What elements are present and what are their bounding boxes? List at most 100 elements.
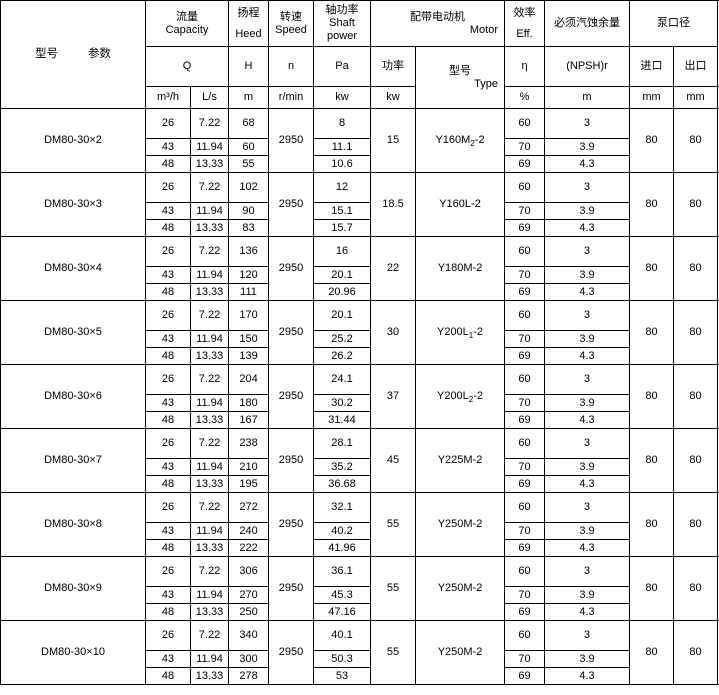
cell-capacity-ls: 7.22: [189, 556, 230, 587]
cell-shaft-power: 47.16: [313, 603, 372, 621]
cell-model: DM80-30×4: [0, 236, 146, 301]
cell-speed: 2950: [268, 620, 315, 685]
cell-efficiency: 70: [504, 138, 546, 156]
header-motor-type: 型号 Type: [415, 46, 506, 109]
cell-shaft-power: 15.7: [313, 219, 372, 237]
cell-motor-power: 55: [370, 556, 417, 621]
cell-model: DM80-30×3: [0, 172, 146, 237]
cell-shaft-power: 53: [313, 667, 372, 685]
cell-capacity-m3h: 26: [145, 236, 191, 267]
cell-head: 102: [228, 172, 270, 203]
cell-shaft-power: 26.2: [313, 347, 372, 365]
cell-motor-power: 22: [370, 236, 417, 301]
cell-speed: 2950: [268, 364, 315, 429]
cell-npsh: 3.9: [544, 458, 631, 476]
cell-capacity-ls: 13.33: [189, 219, 230, 237]
cell-npsh: 3: [544, 620, 631, 651]
cell-npsh: 3: [544, 492, 631, 523]
cell-inlet: 80: [629, 556, 675, 621]
cell-shaft-power: 20.96: [313, 283, 372, 301]
cell-shaft-power: 15.1: [313, 202, 372, 220]
cell-efficiency: 70: [504, 458, 546, 476]
header-npsh: 必须汽蚀余量: [544, 0, 631, 47]
cell-shaft-power: 20.1: [313, 300, 372, 331]
cell-capacity-ls: 13.33: [189, 283, 230, 301]
cell-head: 90: [228, 202, 270, 220]
cell-outlet: 80: [673, 492, 719, 557]
cell-npsh: 3.9: [544, 266, 631, 284]
cell-npsh: 3: [544, 300, 631, 331]
cell-motor-power: 45: [370, 428, 417, 493]
cell-model: DM80-30×10: [0, 620, 146, 685]
header-corner-model-param: 型号 参数: [0, 0, 146, 109]
table-row: DM80-30×8 26 7.22 272 2950 32.1 55 Y250M-2 60 3 80…: [0, 492, 719, 557]
cell-shaft-power: 35.2: [313, 458, 372, 476]
cell-head: 238: [228, 428, 270, 459]
corner-model-label: 型号: [35, 47, 58, 60]
header-capacity-en: Capacity: [165, 23, 209, 36]
table-row: DM80-30×3 26 7.22 102 2950 12 18.5 Y160L-2 60 3 80…: [0, 172, 719, 237]
cell-capacity-ls: 7.22: [189, 300, 230, 331]
corner-param-label: 参数: [88, 47, 111, 60]
cell-capacity-ls: 11.94: [189, 586, 230, 604]
cell-shaft-power: 40.1: [313, 620, 372, 651]
cell-motor-type: Y200L1-2: [415, 300, 506, 365]
cell-head: 204: [228, 364, 270, 395]
cell-shaft-power: 41.96: [313, 539, 372, 557]
cell-npsh: 4.3: [544, 667, 631, 685]
cell-outlet: 80: [673, 620, 719, 685]
cell-motor-type: Y180M-2: [415, 236, 506, 301]
cell-capacity-ls: 7.22: [189, 492, 230, 523]
header-speed-en: Speed: [275, 23, 307, 36]
cell-efficiency: 60: [504, 620, 546, 651]
cell-outlet: 80: [673, 556, 719, 621]
table-row: DM80-30×10 26 7.22 340 2950 40.1 55 Y250M-2 60 3 8…: [0, 620, 719, 685]
cell-capacity-ls: 13.33: [189, 667, 230, 685]
cell-capacity-ls: 13.33: [189, 475, 230, 493]
header-efficiency-en: Eff.: [516, 27, 533, 40]
cell-capacity-ls: 7.22: [189, 236, 230, 267]
cell-head: 340: [228, 620, 270, 651]
cell-efficiency: 60: [504, 300, 546, 331]
cell-capacity-m3h: 43: [145, 394, 191, 412]
cell-shaft-power: 40.2: [313, 522, 372, 540]
pump-specification-table: 型号 参数 流量 Capacity 扬程 Heed 转速 Speed 轴功率 S…: [0, 0, 719, 685]
cell-head: 136: [228, 236, 270, 267]
unit-npsh-m: m: [544, 86, 631, 109]
cell-shaft-power: 50.3: [313, 650, 372, 668]
cell-outlet: 80: [673, 108, 719, 173]
cell-shaft-power: 25.2: [313, 330, 372, 348]
cell-speed: 2950: [268, 492, 315, 557]
cell-capacity-m3h: 48: [145, 475, 191, 493]
header-head-cn: 扬程: [237, 6, 260, 19]
cell-capacity-ls: 11.94: [189, 650, 230, 668]
unit-efficiency-pct: %: [504, 86, 546, 109]
cell-speed: 2950: [268, 556, 315, 621]
table-row: DM80-30×4 26 7.22 136 2950 16 22 Y180M-2 60 3 80 80…: [0, 236, 719, 301]
cell-capacity-m3h: 48: [145, 283, 191, 301]
cell-inlet: 80: [629, 364, 675, 429]
cell-shaft-power: 36.68: [313, 475, 372, 493]
cell-npsh: 4.3: [544, 539, 631, 557]
cell-capacity-m3h: 48: [145, 219, 191, 237]
header-symbol-efficiency: η: [504, 46, 546, 87]
cell-motor-type: Y250M-2: [415, 620, 506, 685]
cell-capacity-m3h: 43: [145, 522, 191, 540]
cell-npsh: 3.9: [544, 202, 631, 220]
cell-capacity-m3h: 26: [145, 428, 191, 459]
cell-motor-type: Y225M-2: [415, 428, 506, 493]
cell-shaft-power: 8: [313, 108, 372, 139]
cell-capacity-ls: 7.22: [189, 108, 230, 139]
cell-efficiency: 70: [504, 522, 546, 540]
cell-shaft-power: 20.1: [313, 266, 372, 284]
cell-capacity-ls: 13.33: [189, 347, 230, 365]
cell-model: DM80-30×2: [0, 108, 146, 173]
unit-speed-rmin: r/min: [268, 86, 315, 109]
cell-efficiency: 69: [504, 219, 546, 237]
header-head: 扬程 Heed: [228, 0, 270, 47]
cell-speed: 2950: [268, 428, 315, 493]
header-motor-type-cn: 型号: [449, 64, 472, 77]
cell-shaft-power: 10.6: [313, 155, 372, 173]
cell-capacity-ls: 11.94: [189, 266, 230, 284]
cell-shaft-power: 24.1: [313, 364, 372, 395]
